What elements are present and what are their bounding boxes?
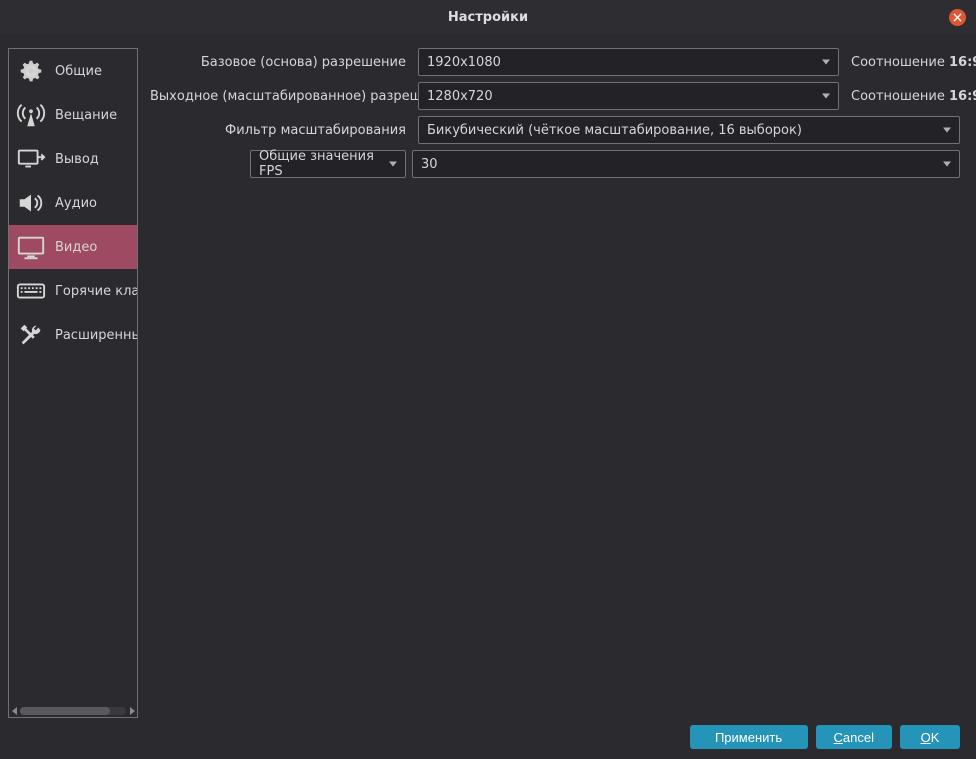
output-icon — [15, 143, 47, 175]
sidebar-item-label: Видео — [55, 240, 97, 255]
chevron-down-icon — [822, 55, 830, 70]
chevron-down-icon — [943, 157, 951, 172]
gear-icon — [15, 55, 47, 87]
chevron-down-icon — [389, 157, 397, 172]
scroll-left-icon[interactable] — [9, 706, 20, 717]
keyboard-icon — [15, 275, 47, 307]
sidebar-item-label: Вещание — [55, 108, 117, 123]
scroll-track[interactable] — [20, 707, 126, 715]
antenna-icon — [15, 99, 47, 131]
sidebar-item-hotkeys[interactable]: Горячие клавиши — [9, 269, 137, 313]
fps-type-combo[interactable]: Общие значения FPS — [250, 150, 406, 178]
sidebar-scrollbar[interactable] — [9, 705, 137, 717]
sidebar-item-label: Аудио — [55, 196, 97, 211]
sidebar-item-general[interactable]: Общие — [9, 49, 137, 93]
sidebar-item-label: Расширенные — [55, 328, 138, 343]
sidebar-item-output[interactable]: Вывод — [9, 137, 137, 181]
fps-type-value: Общие значения FPS — [259, 149, 397, 179]
cancel-button[interactable]: Cancel — [816, 725, 892, 749]
sidebar-item-stream[interactable]: Вещание — [9, 93, 137, 137]
chevron-down-icon — [822, 89, 830, 104]
speaker-icon — [15, 187, 47, 219]
dialog-footer: Применить Cancel OK — [690, 725, 960, 749]
settings-sidebar: Общие Вещание Вывод Аудио Видео — [8, 48, 138, 718]
tools-icon — [15, 319, 47, 351]
downscale-filter-label: Фильтр масштабирования — [150, 123, 412, 138]
monitor-icon — [15, 231, 47, 263]
close-icon — [953, 13, 962, 22]
fps-value-combo[interactable]: 30 — [412, 150, 960, 178]
scroll-thumb[interactable] — [20, 707, 110, 715]
base-resolution-combo[interactable]: 1920x1080 — [418, 48, 839, 76]
window-title: Настройки — [448, 10, 528, 25]
sidebar-item-audio[interactable]: Аудио — [9, 181, 137, 225]
downscale-filter-value: Бикубический (чёткое масштабирование, 16… — [427, 123, 802, 138]
apply-button[interactable]: Применить — [690, 725, 808, 749]
base-aspect-text: Соотношение 16:9 — [845, 55, 960, 70]
close-button[interactable] — [949, 9, 966, 26]
settings-panel-video: Базовое (основа) разрешение 1920x1080 Со… — [150, 48, 960, 184]
output-resolution-value: 1280x720 — [427, 89, 493, 104]
ok-button[interactable]: OK — [900, 725, 960, 749]
downscale-filter-combo[interactable]: Бикубический (чёткое масштабирование, 16… — [418, 116, 960, 144]
titlebar: Настройки — [0, 0, 976, 34]
fps-value: 30 — [421, 157, 438, 172]
sidebar-item-advanced[interactable]: Расширенные — [9, 313, 137, 357]
sidebar-item-label: Вывод — [55, 152, 99, 167]
base-resolution-label: Базовое (основа) разрешение — [150, 55, 412, 70]
sidebar-item-label: Горячие клавиши — [55, 284, 138, 299]
output-aspect-text: Соотношение 16:9 — [845, 89, 960, 104]
base-resolution-value: 1920x1080 — [427, 55, 501, 70]
scroll-right-icon[interactable] — [126, 706, 137, 717]
sidebar-item-label: Общие — [55, 64, 102, 79]
output-resolution-combo[interactable]: 1280x720 — [418, 82, 839, 110]
sidebar-item-video[interactable]: Видео — [9, 225, 137, 269]
output-resolution-label: Выходное (масштабированное) разрешение — [150, 89, 412, 104]
chevron-down-icon — [943, 123, 951, 138]
